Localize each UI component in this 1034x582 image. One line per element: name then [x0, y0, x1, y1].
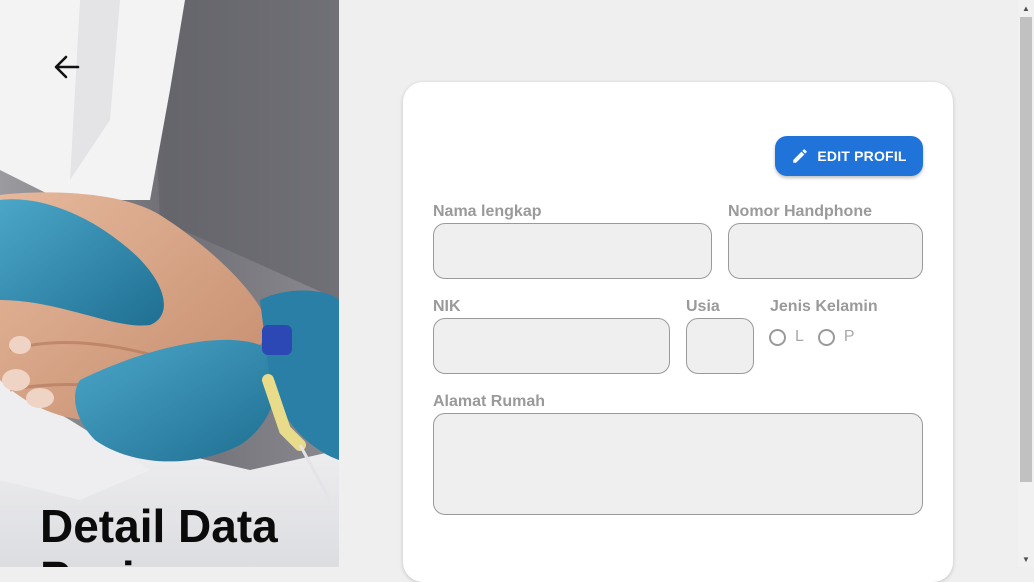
nomor-handphone-label: Nomor Handphone: [728, 203, 872, 220]
edit-profile-button[interactable]: EDIT PROFIL: [775, 136, 923, 176]
usia-label: Usia: [686, 298, 720, 315]
alamat-label: Alamat Rumah: [433, 393, 546, 410]
radio-option-l[interactable]: L: [769, 328, 804, 346]
arrow-left-icon: [54, 55, 80, 79]
scrollbar-thumb[interactable]: [1020, 17, 1032, 482]
edit-profile-label: EDIT PROFIL: [817, 148, 907, 164]
usia-input[interactable]: [686, 318, 754, 374]
radio-button-l[interactable]: [769, 328, 786, 346]
scrollbar[interactable]: ▲ ▼: [1018, 0, 1034, 567]
page-title: Detail Data Pasien: [40, 500, 278, 567]
profile-card: EDIT PROFIL Nama lengkap Nomor Handphone…: [403, 82, 953, 582]
jenis-kelamin-label: Jenis Kelamin: [770, 298, 878, 315]
jenis-kelamin-radio-group: L P: [769, 328, 855, 346]
radio-label-p: P: [843, 328, 855, 345]
radio-option-p[interactable]: P: [817, 328, 855, 346]
back-button[interactable]: [50, 50, 84, 84]
nik-input[interactable]: [433, 318, 670, 374]
nama-input[interactable]: [433, 223, 712, 279]
nomor-handphone-input[interactable]: [728, 223, 923, 279]
hero-photo: [0, 0, 339, 567]
alamat-textarea[interactable]: [433, 413, 923, 515]
nik-label: NIK: [433, 298, 461, 315]
radio-label-l: L: [795, 328, 804, 345]
scroll-down-icon[interactable]: ▼: [1018, 551, 1034, 567]
hero-panel: Detail Data Pasien: [0, 0, 339, 567]
radio-button-p[interactable]: [817, 328, 835, 346]
main-content: EDIT PROFIL Nama lengkap Nomor Handphone…: [339, 0, 1018, 582]
scroll-up-icon[interactable]: ▲: [1018, 0, 1034, 16]
nama-label: Nama lengkap: [433, 203, 542, 220]
pencil-icon: [793, 149, 808, 163]
